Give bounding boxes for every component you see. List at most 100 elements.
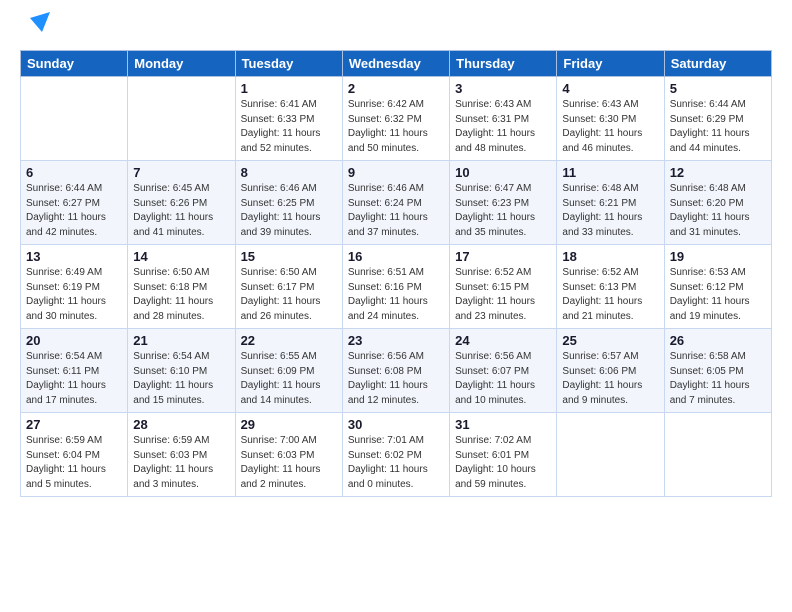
day-info: Sunrise: 6:52 AM Sunset: 6:13 PM Dayligh… <box>562 266 658 324</box>
day-info: Sunrise: 6:43 AM Sunset: 6:31 PM Dayligh… <box>455 98 551 156</box>
weekday-header-sunday: Sunday <box>21 51 128 77</box>
calendar-cell: 19 Sunrise: 6:53 AM Sunset: 6:12 PM Dayli… <box>664 245 771 329</box>
calendar-cell: 24 Sunrise: 6:56 AM Sunset: 6:07 PM Dayli… <box>450 329 557 413</box>
day-info: Sunrise: 6:59 AM Sunset: 6:03 PM Dayligh… <box>133 434 229 492</box>
calendar-cell: 1Sunrise: 6:41 AM Sunset: 6:33 PM Daylig… <box>235 77 342 161</box>
day-info: Sunrise: 6:45 AM Sunset: 6:26 PM Dayligh… <box>133 182 229 240</box>
day-number: 13 <box>26 249 122 264</box>
calendar-cell: 10 Sunrise: 6:47 AM Sunset: 6:23 PM Dayli… <box>450 161 557 245</box>
day-info: Sunrise: 6:58 AM Sunset: 6:05 PM Dayligh… <box>670 350 766 408</box>
day-number: 26 <box>670 333 766 348</box>
calendar-cell: 2Sunrise: 6:42 AM Sunset: 6:32 PM Daylig… <box>342 77 449 161</box>
day-info: Sunrise: 6:48 AM Sunset: 6:20 PM Dayligh… <box>670 182 766 240</box>
day-number: 6 <box>26 165 122 180</box>
day-number: 31 <box>455 417 551 432</box>
calendar-cell: 26 Sunrise: 6:58 AM Sunset: 6:05 PM Dayli… <box>664 329 771 413</box>
calendar-cell: 16 Sunrise: 6:51 AM Sunset: 6:16 PM Dayli… <box>342 245 449 329</box>
day-number: 11 <box>562 165 658 180</box>
day-info: Sunrise: 6:52 AM Sunset: 6:15 PM Dayligh… <box>455 266 551 324</box>
calendar-cell: 11 Sunrise: 6:48 AM Sunset: 6:21 PM Dayli… <box>557 161 664 245</box>
calendar-cell: 25 Sunrise: 6:57 AM Sunset: 6:06 PM Dayli… <box>557 329 664 413</box>
day-number: 7 <box>133 165 229 180</box>
weekday-header-wednesday: Wednesday <box>342 51 449 77</box>
day-number: 4 <box>562 81 658 96</box>
calendar-week-row: 27Sunrise: 6:59 AM Sunset: 6:04 PM Dayli… <box>21 413 772 497</box>
calendar-cell: 7 Sunrise: 6:45 AM Sunset: 6:26 PM Daylig… <box>128 161 235 245</box>
calendar-cell: 30 Sunrise: 7:01 AM Sunset: 6:02 PM Dayli… <box>342 413 449 497</box>
day-info: Sunrise: 6:53 AM Sunset: 6:12 PM Dayligh… <box>670 266 766 324</box>
calendar-cell: 17 Sunrise: 6:52 AM Sunset: 6:15 PM Dayli… <box>450 245 557 329</box>
day-number: 12 <box>670 165 766 180</box>
calendar-cell: 27Sunrise: 6:59 AM Sunset: 6:04 PM Dayli… <box>21 413 128 497</box>
calendar-cell <box>664 413 771 497</box>
day-number: 10 <box>455 165 551 180</box>
weekday-header-saturday: Saturday <box>664 51 771 77</box>
day-number: 21 <box>133 333 229 348</box>
calendar-cell: 21 Sunrise: 6:54 AM Sunset: 6:10 PM Dayli… <box>128 329 235 413</box>
day-number: 25 <box>562 333 658 348</box>
day-info: Sunrise: 6:54 AM Sunset: 6:10 PM Dayligh… <box>133 350 229 408</box>
day-number: 3 <box>455 81 551 96</box>
day-info: Sunrise: 7:02 AM Sunset: 6:01 PM Dayligh… <box>455 434 551 492</box>
day-number: 15 <box>241 249 337 264</box>
day-number: 18 <box>562 249 658 264</box>
calendar-cell: 12 Sunrise: 6:48 AM Sunset: 6:20 PM Dayli… <box>664 161 771 245</box>
calendar-cell: 31 Sunrise: 7:02 AM Sunset: 6:01 PM Dayli… <box>450 413 557 497</box>
day-info: Sunrise: 6:44 AM Sunset: 6:29 PM Dayligh… <box>670 98 766 156</box>
day-number: 20 <box>26 333 122 348</box>
day-number: 22 <box>241 333 337 348</box>
day-number: 2 <box>348 81 444 96</box>
day-info: Sunrise: 6:50 AM Sunset: 6:18 PM Dayligh… <box>133 266 229 324</box>
day-number: 29 <box>241 417 337 432</box>
calendar-cell <box>128 77 235 161</box>
day-info: Sunrise: 6:41 AM Sunset: 6:33 PM Dayligh… <box>241 98 337 156</box>
calendar-cell <box>557 413 664 497</box>
calendar-cell: 6Sunrise: 6:44 AM Sunset: 6:27 PM Daylig… <box>21 161 128 245</box>
calendar-table: SundayMondayTuesdayWednesdayThursdayFrid… <box>20 50 772 497</box>
day-info: Sunrise: 6:50 AM Sunset: 6:17 PM Dayligh… <box>241 266 337 324</box>
calendar-week-row: 20 Sunrise: 6:54 AM Sunset: 6:11 PM Dayli… <box>21 329 772 413</box>
calendar-cell: 9 Sunrise: 6:46 AM Sunset: 6:24 PM Daylig… <box>342 161 449 245</box>
calendar-cell: 23 Sunrise: 6:56 AM Sunset: 6:08 PM Dayli… <box>342 329 449 413</box>
header <box>20 16 772 40</box>
logo <box>20 16 54 40</box>
calendar-cell: 5Sunrise: 6:44 AM Sunset: 6:29 PM Daylig… <box>664 77 771 161</box>
day-info: Sunrise: 6:48 AM Sunset: 6:21 PM Dayligh… <box>562 182 658 240</box>
day-info: Sunrise: 7:01 AM Sunset: 6:02 PM Dayligh… <box>348 434 444 492</box>
day-number: 30 <box>348 417 444 432</box>
day-info: Sunrise: 6:56 AM Sunset: 6:08 PM Dayligh… <box>348 350 444 408</box>
day-info: Sunrise: 6:55 AM Sunset: 6:09 PM Dayligh… <box>241 350 337 408</box>
day-number: 23 <box>348 333 444 348</box>
day-number: 9 <box>348 165 444 180</box>
weekday-header-tuesday: Tuesday <box>235 51 342 77</box>
day-info: Sunrise: 6:51 AM Sunset: 6:16 PM Dayligh… <box>348 266 444 324</box>
calendar-cell: 22 Sunrise: 6:55 AM Sunset: 6:09 PM Dayli… <box>235 329 342 413</box>
calendar-week-row: 1Sunrise: 6:41 AM Sunset: 6:33 PM Daylig… <box>21 77 772 161</box>
day-info: Sunrise: 6:57 AM Sunset: 6:06 PM Dayligh… <box>562 350 658 408</box>
day-info: Sunrise: 6:49 AM Sunset: 6:19 PM Dayligh… <box>26 266 122 324</box>
day-info: Sunrise: 6:56 AM Sunset: 6:07 PM Dayligh… <box>455 350 551 408</box>
day-number: 24 <box>455 333 551 348</box>
day-number: 28 <box>133 417 229 432</box>
calendar-cell: 29Sunrise: 7:00 AM Sunset: 6:03 PM Dayli… <box>235 413 342 497</box>
calendar-week-row: 6Sunrise: 6:44 AM Sunset: 6:27 PM Daylig… <box>21 161 772 245</box>
calendar-week-row: 13 Sunrise: 6:49 AM Sunset: 6:19 PM Dayli… <box>21 245 772 329</box>
calendar-cell: 14Sunrise: 6:50 AM Sunset: 6:18 PM Dayli… <box>128 245 235 329</box>
calendar-cell: 20 Sunrise: 6:54 AM Sunset: 6:11 PM Dayli… <box>21 329 128 413</box>
day-info: Sunrise: 6:47 AM Sunset: 6:23 PM Dayligh… <box>455 182 551 240</box>
day-number: 16 <box>348 249 444 264</box>
weekday-header-friday: Friday <box>557 51 664 77</box>
day-number: 27 <box>26 417 122 432</box>
calendar-cell: 3 Sunrise: 6:43 AM Sunset: 6:31 PM Daylig… <box>450 77 557 161</box>
calendar-cell: 15 Sunrise: 6:50 AM Sunset: 6:17 PM Dayli… <box>235 245 342 329</box>
calendar-cell <box>21 77 128 161</box>
day-number: 17 <box>455 249 551 264</box>
day-info: Sunrise: 6:43 AM Sunset: 6:30 PM Dayligh… <box>562 98 658 156</box>
page: SundayMondayTuesdayWednesdayThursdayFrid… <box>0 0 792 612</box>
calendar-cell: 28 Sunrise: 6:59 AM Sunset: 6:03 PM Dayli… <box>128 413 235 497</box>
calendar-cell: 13 Sunrise: 6:49 AM Sunset: 6:19 PM Dayli… <box>21 245 128 329</box>
day-info: Sunrise: 6:54 AM Sunset: 6:11 PM Dayligh… <box>26 350 122 408</box>
day-number: 19 <box>670 249 766 264</box>
day-info: Sunrise: 6:46 AM Sunset: 6:24 PM Dayligh… <box>348 182 444 240</box>
weekday-header-monday: Monday <box>128 51 235 77</box>
